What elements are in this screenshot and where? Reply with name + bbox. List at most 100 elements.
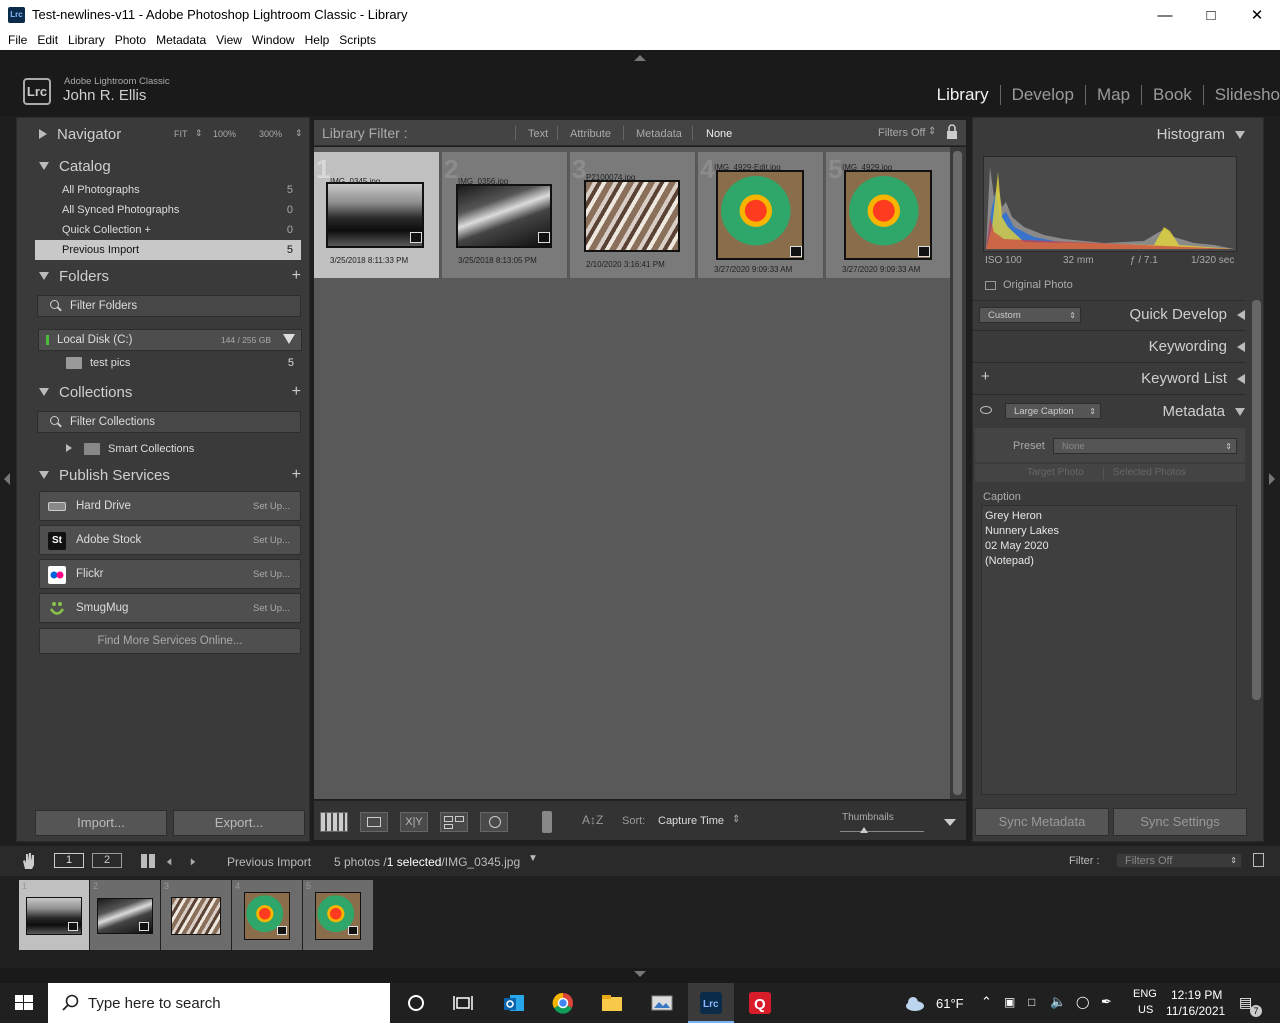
filter-presets-dropdown[interactable]: Filters Off — [878, 127, 925, 139]
source-menu-icon[interactable]: ▼ — [528, 853, 538, 864]
tray-overflow-icon[interactable]: ⌃ — [981, 994, 992, 1010]
cortana-icon[interactable] — [404, 991, 428, 1015]
edited-badge-icon[interactable] — [410, 232, 422, 243]
target-photo-tab[interactable]: Target Photo — [1027, 467, 1084, 478]
setup-link[interactable]: Set Up... — [253, 569, 290, 580]
publish-adobe-stock[interactable]: St Adobe Stock Set Up... — [39, 525, 301, 555]
menu-metadata[interactable]: Metadata — [156, 33, 206, 47]
grid-cell[interactable]: 4 IMG_4929-Edit.jpg 3/27/2020 9:09:33 AM — [698, 152, 824, 278]
windows-start-icon[interactable] — [12, 991, 36, 1015]
comment-badge-icon[interactable] — [790, 246, 802, 257]
zoom-fit[interactable]: FIT — [174, 129, 188, 139]
export-button[interactable]: Export... — [173, 810, 305, 836]
menu-photo[interactable]: Photo — [115, 33, 146, 47]
filmstrip-cell[interactable]: 5 — [303, 880, 373, 950]
clock-date[interactable]: 11/16/2021 — [1166, 1004, 1225, 1018]
sort-direction-icon[interactable]: A↕Z — [582, 813, 603, 827]
close-button[interactable]: ✕ — [1234, 0, 1280, 30]
scroll-thumb[interactable] — [953, 151, 962, 795]
menu-window[interactable]: Window — [252, 33, 295, 47]
filter-none-tab[interactable]: None — [706, 128, 732, 140]
sync-metadata-button[interactable]: Sync Metadata — [975, 808, 1109, 836]
zoom-100[interactable]: 100% — [213, 129, 236, 139]
edited-badge-icon[interactable] — [139, 922, 149, 931]
add-keyword-icon[interactable]: + — [981, 368, 990, 385]
filter-attribute-tab[interactable]: Attribute — [570, 128, 611, 140]
forward-arrow-icon[interactable]: 🢒 — [190, 851, 196, 878]
catalog-header[interactable]: Catalog — [17, 152, 309, 180]
add-publish-service-icon[interactable]: + — [292, 466, 301, 484]
people-view-icon[interactable] — [480, 812, 508, 832]
quick-develop-header[interactable]: Quick Develop — [1129, 306, 1245, 323]
toolbar-menu-icon[interactable] — [944, 819, 956, 826]
catalog-item-all-synced[interactable]: All Synced Photographs 0 — [35, 200, 301, 220]
module-book[interactable]: Book — [1142, 85, 1203, 105]
grid-view-icon[interactable] — [141, 854, 155, 868]
add-folder-icon[interactable]: + — [292, 267, 301, 285]
comment-badge-icon[interactable] — [348, 926, 358, 935]
grid-cell[interactable]: 1 IMG_0345.jpg 3/25/2018 8:11:33 PM — [314, 152, 440, 278]
smart-collections[interactable]: Smart Collections — [38, 439, 302, 459]
filmstrip-cell[interactable]: 4 — [232, 880, 302, 950]
metadata-header[interactable]: Metadata — [1162, 403, 1245, 420]
primary-window-button[interactable]: 1 — [54, 853, 84, 868]
folders-header[interactable]: Folders + — [17, 262, 309, 290]
back-arrow-icon[interactable]: 🢐 — [166, 851, 172, 878]
right-panel-scrollbar[interactable] — [1252, 300, 1261, 700]
module-slideshow[interactable]: Slidesho — [1204, 85, 1280, 105]
edited-badge-icon[interactable] — [538, 232, 550, 243]
folder-test-pics[interactable]: test pics 5 — [38, 353, 302, 373]
find-more-services-button[interactable]: Find More Services Online... — [39, 628, 301, 654]
grid-cell[interactable]: 3 P2100074.jpg 2/10/2020 3:16:41 PM — [570, 152, 696, 278]
edited-badge-icon[interactable] — [68, 922, 78, 931]
module-map[interactable]: Map — [1086, 85, 1141, 105]
filter-collections-input[interactable]: Filter Collections — [37, 411, 301, 433]
menu-view[interactable]: View — [216, 33, 242, 47]
original-photo-checkbox[interactable] — [985, 281, 996, 290]
grid-view-icon[interactable] — [320, 812, 348, 832]
add-collection-icon[interactable]: + — [292, 383, 301, 401]
right-panel-toggle-icon[interactable] — [1269, 473, 1275, 485]
top-panel-toggle-icon[interactable] — [634, 55, 646, 61]
keywording-header[interactable]: Keywording — [1149, 338, 1245, 355]
menu-file[interactable]: File — [8, 33, 27, 47]
taskbar-search-box[interactable]: Type here to search — [48, 983, 390, 1023]
comment-badge-icon[interactable] — [918, 246, 930, 257]
publish-hard-drive[interactable]: Hard Drive Set Up... — [39, 491, 301, 521]
comment-badge-icon[interactable] — [277, 926, 287, 935]
histogram-header[interactable]: Histogram — [1157, 126, 1245, 143]
filter-metadata-tab[interactable]: Metadata — [636, 128, 682, 140]
keyword-list-header[interactable]: Keyword List — [1141, 370, 1245, 387]
filmstrip-source[interactable]: Previous Import — [227, 855, 311, 869]
maximize-button[interactable]: □ — [1188, 0, 1234, 30]
lock-icon[interactable] — [946, 124, 958, 140]
zoom-300[interactable]: 300% — [259, 129, 282, 139]
volume-icon[interactable]: 🔈 — [1050, 994, 1066, 1010]
metadata-view-dropdown[interactable]: Large Caption ⇕ — [1005, 403, 1101, 419]
weather-cloud-icon[interactable] — [903, 991, 927, 1015]
filter-lock-icon[interactable] — [1253, 853, 1264, 867]
outlook-icon[interactable] — [502, 991, 526, 1015]
menu-help[interactable]: Help — [305, 33, 330, 47]
thumbnail-size-slider[interactable] — [840, 831, 924, 832]
bottom-panel-toggle-icon[interactable] — [634, 971, 646, 977]
publish-smugmug[interactable]: SmugMug Set Up... — [39, 593, 301, 623]
survey-view-icon[interactable] — [440, 812, 468, 832]
module-library[interactable]: Library — [926, 85, 1000, 105]
disk-menu-icon[interactable] — [283, 334, 295, 344]
weather-temperature[interactable]: 61°F — [936, 996, 964, 1011]
filmstrip-cell[interactable]: 2 — [90, 880, 160, 950]
setup-link[interactable]: Set Up... — [253, 603, 290, 614]
setup-link[interactable]: Set Up... — [253, 501, 290, 512]
minimize-button[interactable]: — — [1142, 0, 1188, 30]
publish-flickr[interactable]: Flickr Set Up... — [39, 559, 301, 589]
collections-header[interactable]: Collections + — [17, 378, 309, 406]
filmstrip-filter-dropdown[interactable]: Filters Off ⇕ — [1116, 853, 1242, 868]
grid-cell[interactable]: 5 IMG_4929.jpg 3/27/2020 9:09:33 AM — [826, 152, 952, 278]
saved-preset-dropdown[interactable]: Custom ⇕ — [979, 307, 1081, 323]
menu-scripts[interactable]: Scripts — [339, 33, 376, 47]
loupe-view-icon[interactable] — [360, 812, 388, 832]
setup-link[interactable]: Set Up... — [253, 535, 290, 546]
sync-settings-button[interactable]: Sync Settings — [1113, 808, 1247, 836]
hand-cursor-icon[interactable] — [20, 852, 36, 870]
